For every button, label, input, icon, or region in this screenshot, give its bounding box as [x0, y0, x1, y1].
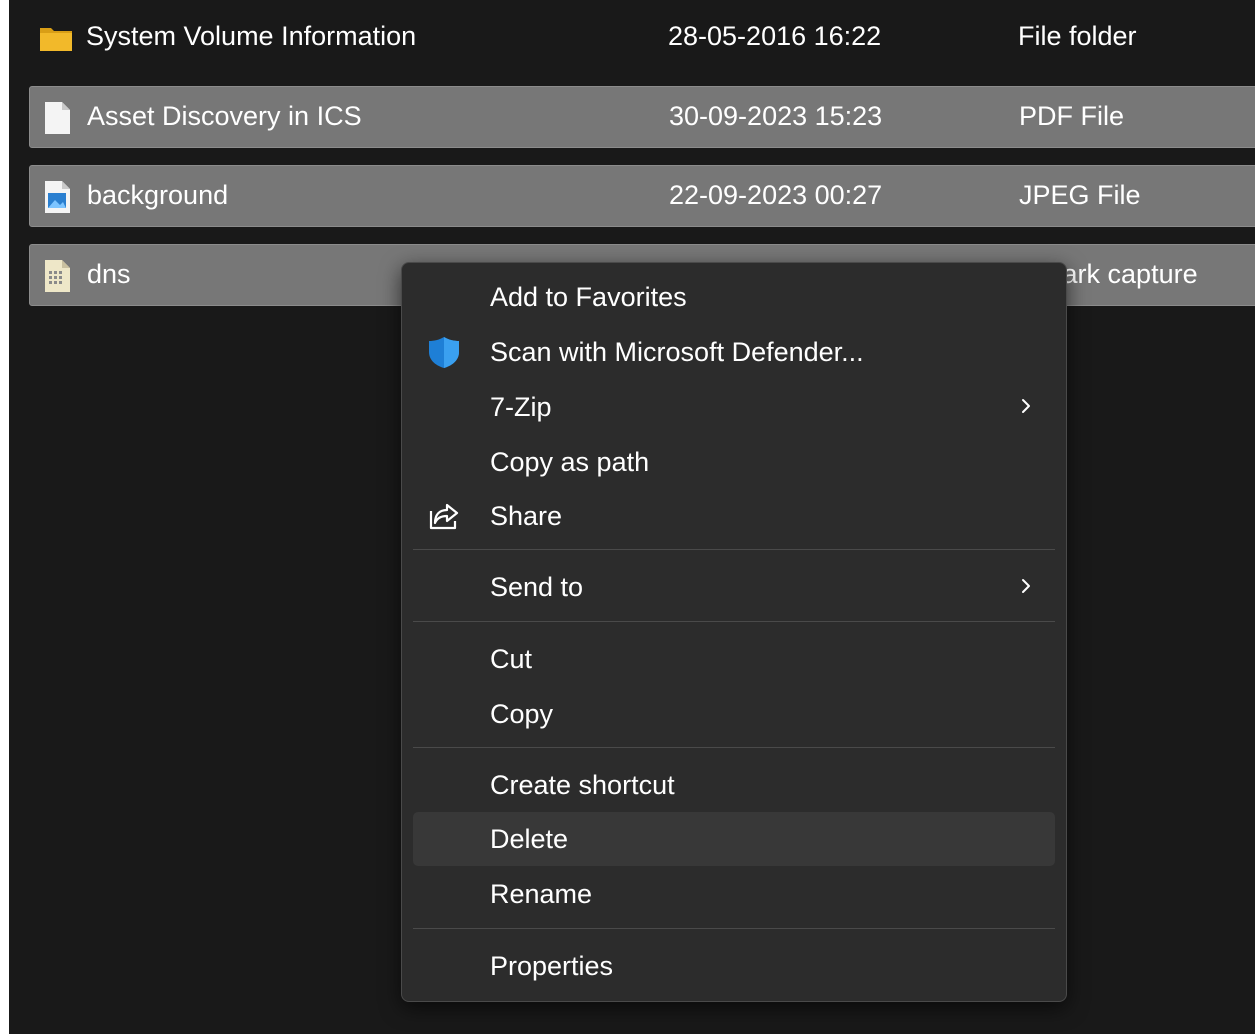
menu-item-label: Create shortcut — [490, 770, 675, 800]
image-file-icon — [45, 181, 70, 213]
menu-item-properties[interactable]: Properties — [413, 939, 1055, 993]
file-type: File folder — [1018, 21, 1137, 51]
menu-item-cut[interactable]: Cut — [413, 632, 1055, 686]
share-icon — [429, 503, 459, 530]
file-name: System Volume Information — [86, 21, 417, 51]
defender-shield-icon — [429, 337, 459, 368]
file-type: JPEG File — [1019, 180, 1141, 210]
chevron-right-icon — [1022, 399, 1030, 413]
menu-item-delete[interactable]: Delete — [413, 812, 1055, 866]
menu-item-scan-with-defender[interactable]: Scan with Microsoft Defender... — [413, 325, 1055, 379]
document-icon — [45, 102, 70, 134]
menu-item-send-to[interactable]: Send to — [413, 560, 1055, 614]
file-date-modified: 28-05-2016 16:22 — [668, 21, 882, 51]
menu-item-label: Scan with Microsoft Defender... — [490, 337, 864, 367]
menu-item-label: Copy as path — [490, 447, 650, 477]
file-date-modified: 30-09-2023 15:23 — [669, 101, 883, 131]
file-name: Asset Discovery in ICS — [87, 101, 362, 131]
menu-item-rename[interactable]: Rename — [413, 867, 1055, 921]
menu-item-label: Add to Favorites — [490, 282, 687, 312]
menu-item-label: Rename — [490, 879, 593, 909]
file-row-system-volume-information[interactable]: System Volume Information 28-05-2016 16:… — [29, 7, 1255, 69]
menu-item-label: 7-Zip — [490, 392, 552, 422]
file-name: dns — [87, 259, 131, 289]
file-name: background — [87, 180, 229, 210]
file-type: PDF File — [1019, 101, 1125, 131]
menu-item-create-shortcut[interactable]: Create shortcut — [413, 758, 1055, 812]
menu-item-copy[interactable]: Copy — [413, 687, 1055, 741]
file-date-modified: 22-09-2023 00:27 — [669, 180, 883, 210]
menu-item-label: Properties — [490, 951, 614, 981]
menu-separator — [413, 747, 1055, 748]
chevron-right-icon — [1022, 579, 1030, 593]
file-row-background[interactable]: background 22-09-2023 00:27 JPEG File — [29, 165, 1255, 227]
menu-item-label: Copy — [490, 699, 554, 729]
file-explorer-window: System Volume Information 28-05-2016 16:… — [9, 0, 1255, 1034]
menu-item-label: Share — [490, 501, 563, 531]
capture-file-icon — [45, 260, 70, 292]
folder-icon — [40, 28, 72, 51]
menu-separator — [413, 621, 1055, 622]
menu-item-add-to-favorites[interactable]: Add to Favorites — [413, 270, 1055, 324]
menu-item-label: Cut — [490, 644, 533, 674]
menu-item-label: Send to — [490, 572, 584, 602]
menu-separator — [413, 549, 1055, 550]
menu-item-share[interactable]: Share — [413, 489, 1055, 543]
context-menu: Add to Favorites Scan with Microsoft Def… — [401, 262, 1067, 1002]
menu-item-label: Delete — [490, 824, 569, 854]
file-row-asset-discovery-in-ics[interactable]: Asset Discovery in ICS 30-09-2023 15:23 … — [29, 86, 1255, 148]
menu-item-7-zip[interactable]: 7-Zip — [413, 380, 1055, 434]
menu-item-copy-as-path[interactable]: Copy as path — [413, 435, 1055, 489]
menu-separator — [413, 928, 1055, 929]
